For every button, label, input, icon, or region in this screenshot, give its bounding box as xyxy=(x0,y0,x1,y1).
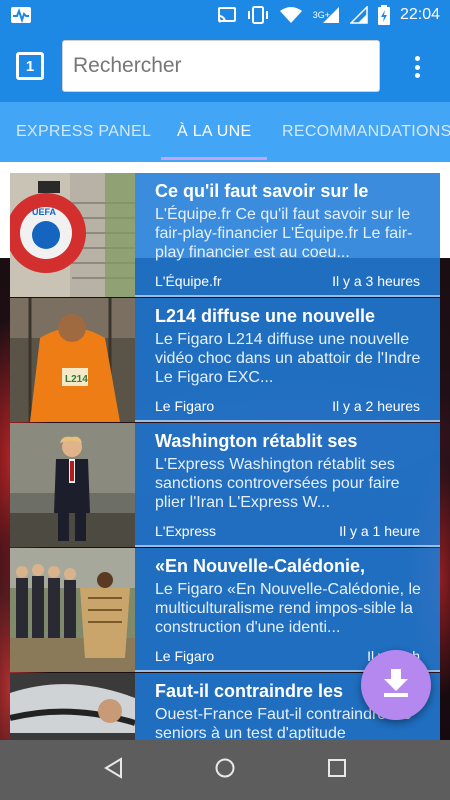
article-time: Il y a 3 heures xyxy=(332,273,420,289)
cast-icon xyxy=(217,6,237,24)
article-card[interactable]: L214 L214 diffuse une nouvelle Le Figaro… xyxy=(10,298,440,422)
article-title: «En Nouvelle-Calédonie, xyxy=(155,556,366,576)
article-card[interactable]: Washington rétablit ses L'Express Washin… xyxy=(10,423,440,547)
article-card[interactable]: UEFA Ce qu'il faut savoir sur le L'Équip… xyxy=(10,173,440,297)
vibrate-icon xyxy=(247,5,269,25)
search-input[interactable] xyxy=(63,41,379,91)
article-title: Washington rétablit ses xyxy=(155,431,358,451)
article-description: Le Figaro «En Nouvelle-Calédonie, le mul… xyxy=(155,581,421,636)
article-title: Ce qu'il faut savoir sur le xyxy=(155,181,369,201)
clock: 22:04 xyxy=(399,6,440,23)
article-description: L'Express Washington rétablit ses sancti… xyxy=(155,456,400,511)
article-meta: L'Équipe.fr Il y a 3 heures xyxy=(155,273,420,289)
signal-icon: 3G+ xyxy=(313,6,340,24)
back-button[interactable] xyxy=(101,756,125,784)
article-source: L'Équipe.fr xyxy=(155,273,222,289)
status-bar: 3G+ 22:04 xyxy=(0,0,450,30)
article-thumbnail xyxy=(10,673,135,740)
article-source: Le Figaro xyxy=(155,648,215,664)
search-box[interactable] xyxy=(62,40,380,92)
article-body: L214 diffuse une nouvelle Le Figaro L214… xyxy=(155,304,423,387)
download-button[interactable] xyxy=(361,650,431,720)
svg-text:L214: L214 xyxy=(65,374,88,385)
signal-icon xyxy=(349,6,368,24)
tab-counter-button[interactable]: 1 xyxy=(16,52,44,80)
active-tab-indicator xyxy=(161,157,267,160)
article-body: Ce qu'il faut savoir sur le L'Équipe.fr … xyxy=(155,179,423,262)
home-button[interactable] xyxy=(213,758,237,782)
article-thumbnail: L214 xyxy=(10,298,135,422)
tab-recommandations[interactable]: RECOMMANDATIONS xyxy=(282,102,450,162)
wifi-icon xyxy=(279,6,303,24)
article-body: Washington rétablit ses L'Express Washin… xyxy=(155,429,423,512)
app-bar: 1 xyxy=(0,30,450,102)
dot-icon xyxy=(414,73,420,78)
article-description: L'Équipe.fr Ce qu'il faut savoir sur le … xyxy=(155,206,413,261)
article-thumbnail: UEFA xyxy=(10,173,135,297)
article-thumbnail xyxy=(10,548,135,672)
svg-text:UEFA: UEFA xyxy=(32,207,57,217)
download-icon xyxy=(383,668,409,702)
article-time: Il y a 1 heure xyxy=(339,523,420,539)
article-thumbnail xyxy=(10,423,135,547)
article-time: Il y a 2 heures xyxy=(332,398,420,414)
home-icon xyxy=(214,757,236,784)
article-meta: Le Figaro Il y a 2 heures xyxy=(155,398,420,414)
tab-a-la-une[interactable]: À LA UNE xyxy=(177,102,251,162)
dot-icon xyxy=(414,56,420,61)
article-source: L'Express xyxy=(155,523,217,539)
recents-button[interactable] xyxy=(325,758,349,782)
article-description: Le Figaro L214 diffuse une nouvelle vidé… xyxy=(155,331,421,386)
article-title: L214 diffuse une nouvelle xyxy=(155,306,376,326)
article-card[interactable]: «En Nouvelle-Calédonie, Le Figaro «En No… xyxy=(10,548,440,672)
recents-icon xyxy=(327,758,347,783)
back-icon xyxy=(103,756,123,784)
article-body: «En Nouvelle-Calédonie, Le Figaro «En No… xyxy=(155,554,423,637)
activity-icon xyxy=(10,5,32,25)
system-nav-bar xyxy=(0,740,450,800)
battery-charging-icon xyxy=(377,5,390,25)
tab-express-panel[interactable]: EXPRESS PANEL xyxy=(16,102,151,162)
overflow-menu-button[interactable] xyxy=(404,52,430,82)
tab-bar: EXPRESS PANEL À LA UNE RECOMMANDATIONS xyxy=(0,102,450,162)
dot-icon xyxy=(414,64,420,70)
article-meta: L'Express Il y a 1 heure xyxy=(155,523,420,539)
article-source: Le Figaro xyxy=(155,398,215,414)
